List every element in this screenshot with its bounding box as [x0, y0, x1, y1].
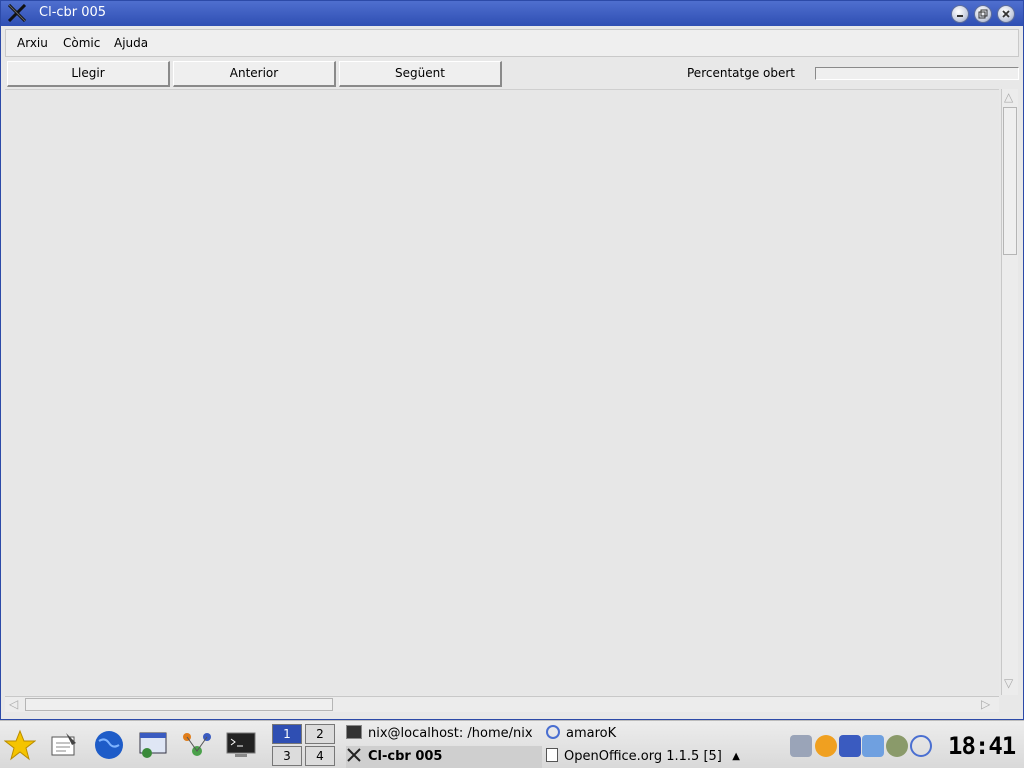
globe-icon[interactable] — [93, 729, 125, 761]
previous-button[interactable]: Anterior — [173, 61, 336, 87]
percent-open-label: Percentatge obert — [687, 66, 796, 80]
network-calendar-icon[interactable] — [137, 729, 169, 761]
horizontal-scrollbar[interactable]: ◁ ▷ — [5, 696, 999, 712]
read-button[interactable]: Llegir — [7, 61, 170, 87]
pager-desktop-4[interactable]: 4 — [305, 746, 335, 766]
pager-desktop-1[interactable]: 1 — [272, 724, 302, 744]
menu-comic[interactable]: Còmic — [63, 36, 100, 50]
toolbar: Llegir Anterior Següent Percentatge ober… — [5, 59, 1021, 89]
vertical-scrollbar[interactable]: △ ▽ — [1001, 89, 1018, 695]
next-button[interactable]: Següent — [339, 61, 502, 87]
window-lock-icon[interactable] — [862, 735, 884, 757]
help-icon[interactable] — [815, 735, 837, 757]
document-icon — [546, 748, 558, 762]
percent-open-progress — [815, 67, 1019, 80]
title-bar[interactable]: Cl-cbr 005 — [1, 1, 1023, 26]
restore-icon — [978, 9, 988, 19]
task-terminal[interactable]: nix@localhost: /home/nix — [346, 723, 542, 745]
close-icon — [1002, 10, 1010, 18]
menu-bar: Arxiu Còmic Ajuda — [5, 29, 1019, 57]
task-label: amaroK — [566, 726, 617, 741]
network-disconnected-icon[interactable] — [790, 735, 812, 757]
scroll-left-icon[interactable]: ◁ — [9, 698, 18, 710]
minimize-icon — [957, 15, 963, 17]
display-icon[interactable] — [839, 735, 861, 757]
window-title: Cl-cbr 005 — [39, 5, 107, 20]
pager-desktop-3[interactable]: 3 — [272, 746, 302, 766]
x-logo-icon — [7, 4, 27, 22]
task-label: Cl-cbr 005 — [368, 749, 443, 764]
scroll-up-icon[interactable]: △ — [1004, 91, 1013, 103]
network-share-icon[interactable] — [181, 729, 213, 761]
horizontal-scroll-thumb[interactable] — [25, 698, 333, 711]
scroll-down-icon[interactable]: ▽ — [1004, 677, 1013, 689]
amarok-icon — [546, 725, 560, 739]
chevron-up-icon[interactable]: ▲ — [732, 746, 740, 768]
vertical-scroll-thumb[interactable] — [1003, 107, 1017, 255]
menu-arxiu[interactable]: Arxiu — [17, 36, 48, 50]
x-icon — [347, 748, 361, 762]
comic-view-area[interactable] — [5, 89, 999, 695]
maximize-button[interactable] — [974, 5, 992, 23]
scroll-right-icon[interactable]: ▷ — [981, 698, 990, 710]
menu-ajuda[interactable]: Ajuda — [114, 36, 148, 50]
task-cl-cbr[interactable]: Cl-cbr 005 — [346, 746, 542, 768]
pager-desktop-2[interactable]: 2 — [305, 724, 335, 744]
taskbar: 1 2 3 4 nix@localhost: /home/nix amaroK … — [0, 720, 1024, 768]
app-window: Cl-cbr 005 Arxiu Còmic Ajuda Llegir Ante… — [0, 0, 1024, 720]
close-button[interactable] — [997, 5, 1015, 23]
terminal-small-icon — [346, 725, 362, 739]
task-label: OpenOffice.org 1.1.5 [5] — [564, 749, 722, 764]
settings-gear-icon[interactable] — [886, 735, 908, 757]
editor-icon[interactable] — [48, 729, 80, 761]
star-menu-icon[interactable] — [4, 729, 36, 761]
task-amarok[interactable]: amaroK — [546, 723, 742, 745]
amarok-tray-icon[interactable] — [910, 735, 932, 757]
task-openoffice[interactable]: OpenOffice.org 1.1.5 [5] ▲ — [546, 746, 742, 768]
minimize-button[interactable] — [951, 5, 969, 23]
task-label: nix@localhost: /home/nix — [368, 726, 533, 741]
terminal-icon[interactable] — [225, 729, 257, 761]
clock[interactable]: 18:41 — [948, 732, 1016, 760]
